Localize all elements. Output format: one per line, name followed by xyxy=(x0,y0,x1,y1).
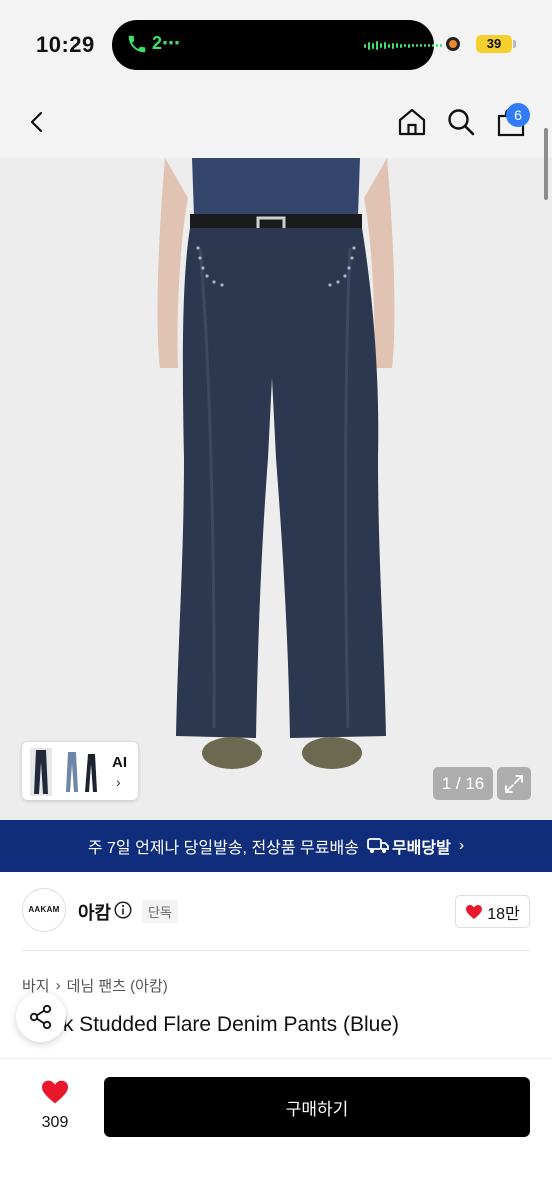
info-icon[interactable] xyxy=(114,901,132,919)
product-title: Black Studded Flare Denim Pants (Blue) xyxy=(22,1013,400,1036)
share-icon xyxy=(29,1004,52,1030)
top-nav xyxy=(0,90,552,158)
free-shipping-banner[interactable]: 주 7일 언제나 당일발송, 전상품 무료배송 무배당발 › xyxy=(0,820,552,872)
recording-indicator-icon xyxy=(446,37,460,51)
ai-label: AI xyxy=(112,754,127,771)
page-scrollbar[interactable] xyxy=(544,128,548,200)
battery-tip-icon xyxy=(513,40,516,48)
delivery-truck-icon xyxy=(367,838,389,853)
brand-name[interactable]: 아캄 xyxy=(78,899,111,925)
brand-row: AAKAM 아캄 단독 18만 xyxy=(22,888,530,934)
brand-like-count: 18만 xyxy=(487,905,520,923)
heart-icon xyxy=(42,1080,68,1104)
wishlist-button[interactable]: 309 xyxy=(30,1079,80,1132)
phone-icon xyxy=(128,35,146,53)
chevron-left-icon xyxy=(30,111,43,133)
heart-icon xyxy=(466,904,483,919)
bottom-action-bar: 309 구매하기 xyxy=(0,1058,552,1200)
expand-icon xyxy=(505,774,523,793)
breadcrumb-subcategory[interactable]: 데님 팬츠 (아캄) xyxy=(67,975,168,996)
battery-indicator: 39 xyxy=(476,35,512,53)
ai-style-thumbnail[interactable]: AI › xyxy=(22,742,138,800)
expand-image-button[interactable] xyxy=(497,767,531,800)
audio-wave-icon xyxy=(364,41,442,50)
chevron-right-icon: › xyxy=(458,837,465,854)
exclusive-badge: 단독 xyxy=(142,900,178,923)
call-duration: 2⋯ xyxy=(152,33,181,53)
search-icon xyxy=(448,109,475,136)
brand-like-button[interactable]: 18만 xyxy=(455,895,530,928)
share-button[interactable] xyxy=(16,992,66,1042)
wishlist-count: 309 xyxy=(41,1114,69,1131)
banner-text: 주 7일 언제나 당일발송, 전상품 무료배송 xyxy=(87,840,359,857)
dynamic-island[interactable]: 2⋯ xyxy=(112,20,442,70)
back-button[interactable] xyxy=(18,102,58,142)
cart-count-badge: 6 xyxy=(506,103,530,127)
thumbnail-jeans-image xyxy=(30,748,97,796)
home-icon xyxy=(398,108,426,136)
image-page-counter: 1 / 16 xyxy=(433,767,493,800)
product-photo xyxy=(0,158,552,820)
chevron-right-icon: › xyxy=(55,977,61,994)
banner-logo: 무배당발 xyxy=(367,834,451,858)
product-image[interactable] xyxy=(0,158,552,820)
status-time: 10:29 xyxy=(36,32,95,57)
status-bar: 10:29 2⋯ 39 xyxy=(0,0,552,90)
search-button[interactable] xyxy=(441,102,481,142)
brand-logo[interactable]: AAKAM xyxy=(22,888,66,932)
home-button[interactable] xyxy=(392,102,432,142)
banner-logo-text: 무배당발 xyxy=(391,840,451,857)
chevron-right-icon: › xyxy=(116,774,121,790)
buy-button[interactable]: 구매하기 xyxy=(104,1077,530,1137)
divider xyxy=(22,950,530,951)
